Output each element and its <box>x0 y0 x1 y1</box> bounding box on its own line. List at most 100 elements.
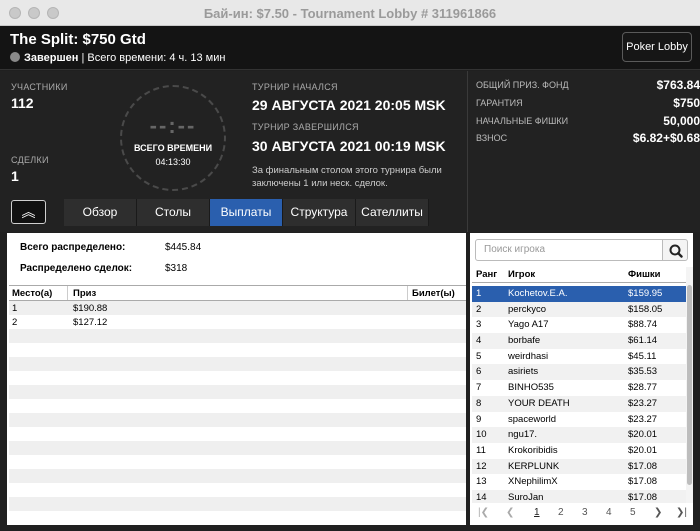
next-page-icon[interactable]: ❯ <box>654 507 662 518</box>
tab-tables[interactable]: Столы <box>137 199 210 226</box>
page-2[interactable]: 2 <box>558 507 564 518</box>
player-rank: 10 <box>476 429 487 441</box>
player-column-header[interactable]: Игрок <box>508 269 535 280</box>
payout-prize: $127.12 <box>73 317 108 328</box>
first-page-icon[interactable]: |❮ <box>478 507 489 518</box>
player-row[interactable]: 12 KERPLUNK $17.08 <box>472 458 686 475</box>
place-column-header[interactable]: Место(а) <box>12 288 52 299</box>
payout-row <box>9 371 466 385</box>
player-name: asiriets <box>508 366 539 378</box>
payout-row: 2 $127.12 <box>9 315 466 329</box>
player-row[interactable]: 13 XNephilimX $17.08 <box>472 474 686 490</box>
search-icon <box>669 244 683 258</box>
payout-row <box>9 329 466 343</box>
player-row[interactable]: 11 Krokoribidis $20.01 <box>472 443 686 459</box>
double-chevron-up-icon: ︽ <box>21 204 36 220</box>
player-row[interactable]: 8 YOUR DEATH $23.27 <box>472 395 686 412</box>
player-name: XNephilimX <box>508 476 558 488</box>
scrollbar-thumb[interactable] <box>687 285 692 485</box>
prize-pool-row: ОБЩИЙ ПРИЗ. ФОНД $763.84 <box>476 78 700 92</box>
player-row[interactable]: 5 weirdhasi $45.11 <box>472 349 686 365</box>
player-rank: 1 <box>476 288 482 299</box>
player-name: Yago A17 <box>508 319 549 331</box>
player-row[interactable]: 9 spaceworld $23.27 <box>472 412 686 428</box>
player-rank: 5 <box>476 350 482 362</box>
buyin-value: $6.82+$0.68 <box>632 131 700 145</box>
deal-note: За финальным столом этого турнира были з… <box>252 165 442 189</box>
last-page-icon[interactable]: ❯| <box>676 507 687 518</box>
payout-row <box>9 455 466 469</box>
buyin-label: ВЗНОС <box>476 133 508 143</box>
tournament-clock: --:-- ВСЕГО ВРЕМЕНИ 04:13:30 <box>120 85 226 191</box>
prev-page-icon[interactable]: ❮ <box>506 507 514 518</box>
player-row[interactable]: 7 BINHO535 $28.77 <box>472 380 686 396</box>
player-chips: $23.27 <box>628 413 658 425</box>
distributed-value: $445.84 <box>165 242 202 253</box>
deals-distributed-label: Распределено сделок: <box>20 263 133 274</box>
payouts-panel: Всего распределено: $445.84 Распределено… <box>7 233 466 525</box>
payouts-table-body: 1 $190.88 2 $127.12 <box>9 301 466 511</box>
clock-label: ВСЕГО ВРЕМЕНИ <box>133 143 213 153</box>
player-row[interactable]: 4 borbafe $61.14 <box>472 333 686 349</box>
tab-satellites[interactable]: Сателлиты <box>356 199 429 226</box>
tournament-lobby-window: Бай-ин: $7.50 - Tournament Lobby # 31196… <box>0 0 700 531</box>
player-row[interactable]: 2 perckyco $158.05 <box>472 301 686 318</box>
player-name: perckyco <box>508 303 547 315</box>
page-4[interactable]: 4 <box>606 507 612 518</box>
tournament-name: The Split: $750 Gtd <box>10 31 146 48</box>
player-rank: 9 <box>476 413 482 425</box>
page-1[interactable]: 1 <box>534 507 540 518</box>
tab-structure[interactable]: Структура <box>283 199 356 226</box>
player-row[interactable]: 10 ngu17. $20.01 <box>472 427 686 443</box>
payout-prize: $190.88 <box>73 303 108 314</box>
starting-chips-value: 50,000 <box>663 114 700 128</box>
player-search-input[interactable]: Поиск игрока <box>475 239 663 261</box>
player-rank: 14 <box>476 491 487 503</box>
player-name: Krokoribidis <box>508 444 558 456</box>
finished-date: 30 АВГУСТА 2021 00:19 MSK <box>252 138 446 154</box>
collapse-button[interactable]: ︽ <box>11 200 46 224</box>
rank-column-header[interactable]: Ранг <box>476 269 497 280</box>
started-date: 29 АВГУСТА 2021 20:05 MSK <box>252 97 446 113</box>
distributed-label: Всего распределено: <box>20 242 126 253</box>
starting-chips-row: НАЧАЛЬНЫЕ ФИШКИ 50,000 <box>476 114 700 128</box>
search-button[interactable] <box>662 239 688 261</box>
ticket-column-header[interactable]: Билет(ы) <box>412 288 455 299</box>
chips-column-header[interactable]: Фишки <box>628 269 660 280</box>
player-row[interactable]: 3 Yago A17 $88.74 <box>472 317 686 333</box>
participants-count: 112 <box>11 95 34 111</box>
total-time-label: | Всего времени: 4 ч. 13 мин <box>81 52 226 64</box>
tab-payouts[interactable]: Выплаты <box>210 199 283 226</box>
clock-total-time: 04:13:30 <box>155 157 191 167</box>
player-rank: 6 <box>476 366 482 378</box>
page-5[interactable]: 5 <box>630 507 636 518</box>
player-chips: $17.08 <box>628 491 658 503</box>
guarantee-label: ГАРАНТИЯ <box>476 98 523 108</box>
deals-count: 1 <box>11 168 19 184</box>
player-row[interactable]: 6 asiriets $35.53 <box>472 364 686 381</box>
player-chips: $88.74 <box>628 319 658 331</box>
payout-place: 1 <box>12 303 18 314</box>
payout-row <box>9 399 466 413</box>
player-rank: 11 <box>476 444 486 456</box>
prize-column-header[interactable]: Приз <box>73 288 96 299</box>
title-bar: Бай-ин: $7.50 - Tournament Lobby # 31196… <box>0 0 700 26</box>
players-panel: Поиск игрока Ранг Игрок Фишки 1 Kochetov.… <box>470 233 693 525</box>
page-3[interactable]: 3 <box>582 507 588 518</box>
payout-place: 2 <box>12 317 18 328</box>
player-name: KERPLUNK <box>508 460 560 472</box>
player-name: spaceworld <box>508 413 557 425</box>
player-rank: 7 <box>476 382 482 394</box>
payout-row <box>9 441 466 455</box>
player-row[interactable]: 1 Kochetov.E.A. $159.95 <box>472 286 686 302</box>
tab-overview[interactable]: Обзор <box>64 199 137 226</box>
poker-lobby-button[interactable]: Poker Lobby <box>622 32 692 62</box>
player-name: weirdhasi <box>508 350 549 362</box>
players-scrollbar[interactable] <box>686 267 693 503</box>
payout-row <box>9 343 466 357</box>
player-row[interactable]: 14 SuroJan $17.08 <box>472 489 686 503</box>
guarantee-value: $750 <box>673 96 700 110</box>
player-name: ngu17. <box>508 429 538 441</box>
player-chips: $17.08 <box>628 460 658 472</box>
status-dot-icon <box>10 52 20 62</box>
